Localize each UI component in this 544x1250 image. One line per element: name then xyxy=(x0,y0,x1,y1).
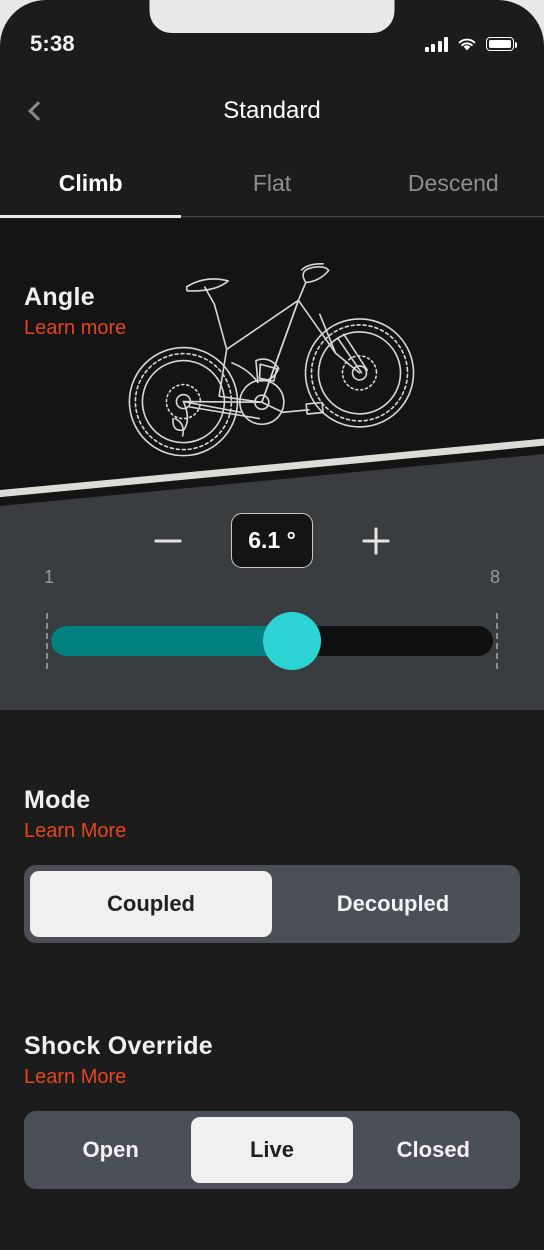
tab-flat[interactable]: Flat xyxy=(181,152,362,218)
slider-fill xyxy=(51,626,295,656)
status-bar-clock: 5:38 xyxy=(30,31,75,56)
slider-tick-max xyxy=(496,613,498,669)
page-title: Standard xyxy=(223,97,321,124)
navigation-bar: Standard xyxy=(0,78,544,144)
angle-stepper: 6.1 ° xyxy=(0,513,544,568)
tab-indicator-rest-2 xyxy=(362,216,544,217)
mode-learn-more-link[interactable]: Learn More xyxy=(24,820,520,843)
slider-max-label: 8 xyxy=(489,567,500,587)
shock-override-title: Shock Override xyxy=(24,1032,214,1060)
angle-header: Angle Learn more xyxy=(24,283,126,340)
device-notch xyxy=(149,0,395,33)
angle-slider[interactable]: 1 8 xyxy=(0,567,544,672)
plus-icon-vertical xyxy=(374,527,378,554)
tab-climb[interactable]: Climb xyxy=(0,152,181,218)
minus-icon xyxy=(154,539,182,542)
tab-indicator-active xyxy=(0,215,182,218)
angle-learn-more-link[interactable]: Learn more xyxy=(24,317,126,340)
mode-title: Mode xyxy=(24,786,91,814)
shock-override-section: Shock Override Learn More Open Live Clos… xyxy=(24,1032,520,1189)
slider-thumb[interactable] xyxy=(262,612,321,670)
mode-option-decoupled[interactable]: Decoupled xyxy=(272,871,514,937)
shock-override-learn-more-link[interactable]: Learn More xyxy=(24,1066,520,1089)
shock-option-open[interactable]: Open xyxy=(30,1117,191,1183)
angle-panel: Angle Learn more 6.1 ° 1 8 xyxy=(0,219,544,710)
angle-title: Angle xyxy=(24,283,95,311)
wifi-icon xyxy=(458,38,476,50)
slider-min-label: 1 xyxy=(44,567,55,587)
cellular-signal-icon xyxy=(424,36,448,52)
shock-option-closed[interactable]: Closed xyxy=(353,1117,514,1183)
battery-icon xyxy=(486,37,518,51)
tab-indicator-rest-1 xyxy=(181,216,363,217)
slider-tick-min xyxy=(46,613,48,669)
phone-screen: 5:38 Standard Climb Flat Descend Angle L… xyxy=(0,0,544,1250)
angle-value: 6.1 ° xyxy=(231,513,313,568)
tab-bar: Climb Flat Descend xyxy=(0,152,544,218)
status-bar-icons xyxy=(424,36,518,52)
mode-section: Mode Learn More Coupled Decoupled xyxy=(24,786,520,943)
tab-indicator xyxy=(0,215,544,219)
angle-increase-button[interactable] xyxy=(355,520,397,562)
shock-override-segmented-control: Open Live Closed xyxy=(24,1111,520,1189)
slider-range-labels: 1 8 xyxy=(0,567,544,588)
mountain-bike-illustration xyxy=(128,263,415,457)
shock-option-live[interactable]: Live xyxy=(191,1117,353,1183)
slider-track-area[interactable] xyxy=(44,610,500,672)
angle-decrease-button[interactable] xyxy=(147,520,189,562)
tab-descend[interactable]: Descend xyxy=(363,152,544,218)
mode-segmented-control: Coupled Decoupled xyxy=(24,865,520,943)
mode-option-coupled[interactable]: Coupled xyxy=(30,871,272,937)
